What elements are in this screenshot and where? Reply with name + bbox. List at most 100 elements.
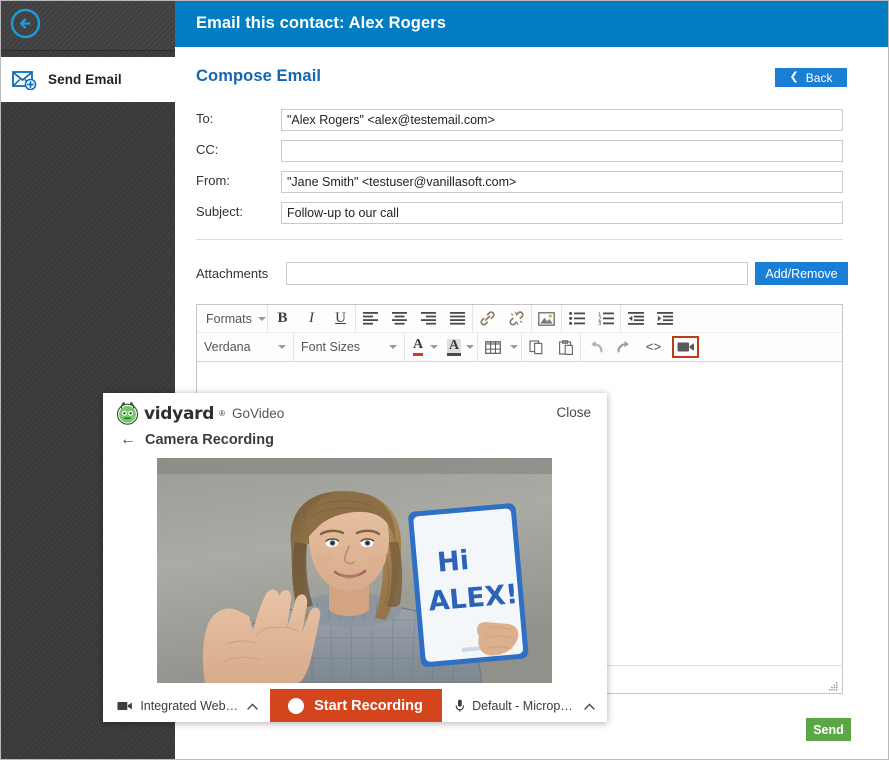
font-size-label: Font Sizes (301, 340, 361, 354)
microphone-source-selector[interactable]: Default - Microphon... (442, 689, 608, 722)
page-title: Email this contact: Alex Rogers (196, 14, 447, 32)
align-left-button[interactable] (356, 306, 385, 332)
svg-text:Hi: Hi (436, 545, 470, 579)
sidebar-header (0, 0, 175, 51)
cc-input[interactable] (281, 140, 843, 162)
toolbar-group-clipboard (521, 333, 580, 361)
table-dropdown[interactable] (507, 334, 521, 360)
underline-glyph: U (335, 310, 346, 326)
table-button[interactable] (478, 334, 507, 360)
copy-icon (528, 339, 542, 354)
back-button-label: Back (805, 70, 833, 85)
undo-button[interactable] (581, 334, 610, 360)
align-center-icon (392, 312, 407, 325)
text-color-dropdown[interactable] (427, 334, 441, 360)
registered-mark: ® (219, 409, 225, 418)
toolbar-group-indent (620, 305, 679, 332)
video-camera-icon (677, 342, 694, 352)
toolbar-group-link (472, 305, 531, 332)
webcam-preview: Hi ALEX! (157, 458, 552, 683)
circle-back-arrow-icon[interactable] (10, 8, 41, 39)
italic-glyph: I (309, 310, 314, 326)
copy-button[interactable] (522, 334, 551, 360)
overlay-back-row[interactable]: ← Camera Recording (120, 431, 274, 449)
attachments-label: Attachments (196, 266, 269, 281)
bold-glyph: B (277, 310, 288, 326)
bullet-list-icon (568, 312, 585, 325)
chevron-up-icon (584, 699, 595, 713)
background-color-glyph: A (446, 338, 462, 356)
field-row-from: From: (175, 171, 889, 193)
redo-button[interactable] (610, 334, 639, 360)
undo-icon (591, 341, 603, 353)
to-input[interactable] (281, 109, 843, 131)
source-code-button[interactable]: <> (639, 334, 668, 360)
align-justify-button[interactable] (443, 306, 472, 332)
background-color-dropdown[interactable] (463, 334, 477, 360)
source-code-glyph: <> (645, 339, 662, 355)
toolbar-group-styles: B I U (267, 305, 355, 332)
overlay-control-bar: Integrated Webca... Start Recording Defa… (103, 689, 607, 722)
paste-icon (558, 339, 573, 355)
bullet-list-button[interactable] (562, 306, 591, 332)
formats-dropdown-label: Formats (206, 311, 252, 326)
chevron-down-icon (510, 345, 518, 349)
numbered-list-icon: 123 (598, 312, 614, 325)
overlay-close-button[interactable]: Close (556, 405, 591, 420)
background-color-button[interactable]: A (441, 334, 463, 360)
formats-dropdown[interactable]: Formats (197, 306, 267, 332)
remove-link-button[interactable] (502, 306, 531, 332)
start-recording-button[interactable]: Start Recording (269, 689, 442, 722)
camera-source-selector[interactable]: Integrated Webca... (103, 689, 270, 722)
subject-input[interactable] (281, 202, 843, 224)
video-record-button[interactable] (672, 336, 699, 358)
sidebar-item-send-email[interactable]: Send Email (0, 57, 175, 102)
add-remove-attachment-button[interactable]: Add/Remove (755, 262, 848, 285)
chevron-down-icon (466, 345, 474, 349)
vidyard-logo: vidyard ® GoVideo (116, 402, 284, 425)
font-family-dropdown[interactable]: Verdana (197, 334, 293, 360)
italic-button[interactable]: I (297, 306, 326, 332)
section-divider (196, 239, 843, 240)
svg-text:3: 3 (598, 321, 601, 325)
toolbar-group-font-size: Font Sizes (293, 333, 404, 361)
send-button[interactable]: Send (806, 718, 851, 741)
editor-toolbar-row-2: Verdana Font Sizes A A <> (197, 333, 842, 362)
toolbar-group-table (477, 333, 521, 361)
font-size-dropdown[interactable]: Font Sizes (294, 334, 404, 360)
chevron-down-icon (389, 345, 397, 349)
attachments-input[interactable] (286, 262, 748, 285)
chevron-down-icon (257, 316, 266, 321)
microphone-icon (455, 699, 464, 712)
align-center-button[interactable] (385, 306, 414, 332)
toolbar-group-align (355, 305, 472, 332)
webcam-preview-image: Hi ALEX! (157, 458, 552, 683)
link-icon (480, 311, 495, 326)
field-row-to: To: (175, 109, 889, 131)
editor-resize-grip[interactable] (828, 680, 838, 691)
indent-button[interactable] (650, 306, 679, 332)
paste-button[interactable] (551, 334, 580, 360)
chevron-left-icon: ❮ (789, 71, 799, 83)
start-recording-label: Start Recording (314, 697, 423, 714)
from-input[interactable] (281, 171, 843, 193)
toolbar-group-formats: Formats (197, 305, 267, 332)
from-label: From: (196, 173, 230, 188)
text-color-button[interactable]: A (405, 334, 427, 360)
bold-button[interactable]: B (268, 306, 297, 332)
numbered-list-button[interactable]: 123 (591, 306, 620, 332)
align-right-button[interactable] (414, 306, 443, 332)
insert-image-button[interactable] (532, 306, 561, 332)
microphone-source-label: Default - Microphon... (472, 698, 576, 713)
outdent-icon (627, 312, 644, 325)
outdent-button[interactable] (621, 306, 650, 332)
insert-link-button[interactable] (473, 306, 502, 332)
app-root: Send Email Email this contact: Alex Roge… (0, 0, 889, 760)
cc-label: CC: (196, 142, 219, 157)
unlink-icon (509, 311, 524, 326)
vidyard-govideo-overlay: vidyard ® GoVideo Close ← Camera Recordi… (103, 393, 607, 722)
overlay-screen-title: Camera Recording (145, 432, 274, 448)
back-arrow-icon: ← (120, 431, 136, 448)
underline-button[interactable]: U (326, 306, 355, 332)
back-button[interactable]: ❮ Back (775, 68, 847, 87)
